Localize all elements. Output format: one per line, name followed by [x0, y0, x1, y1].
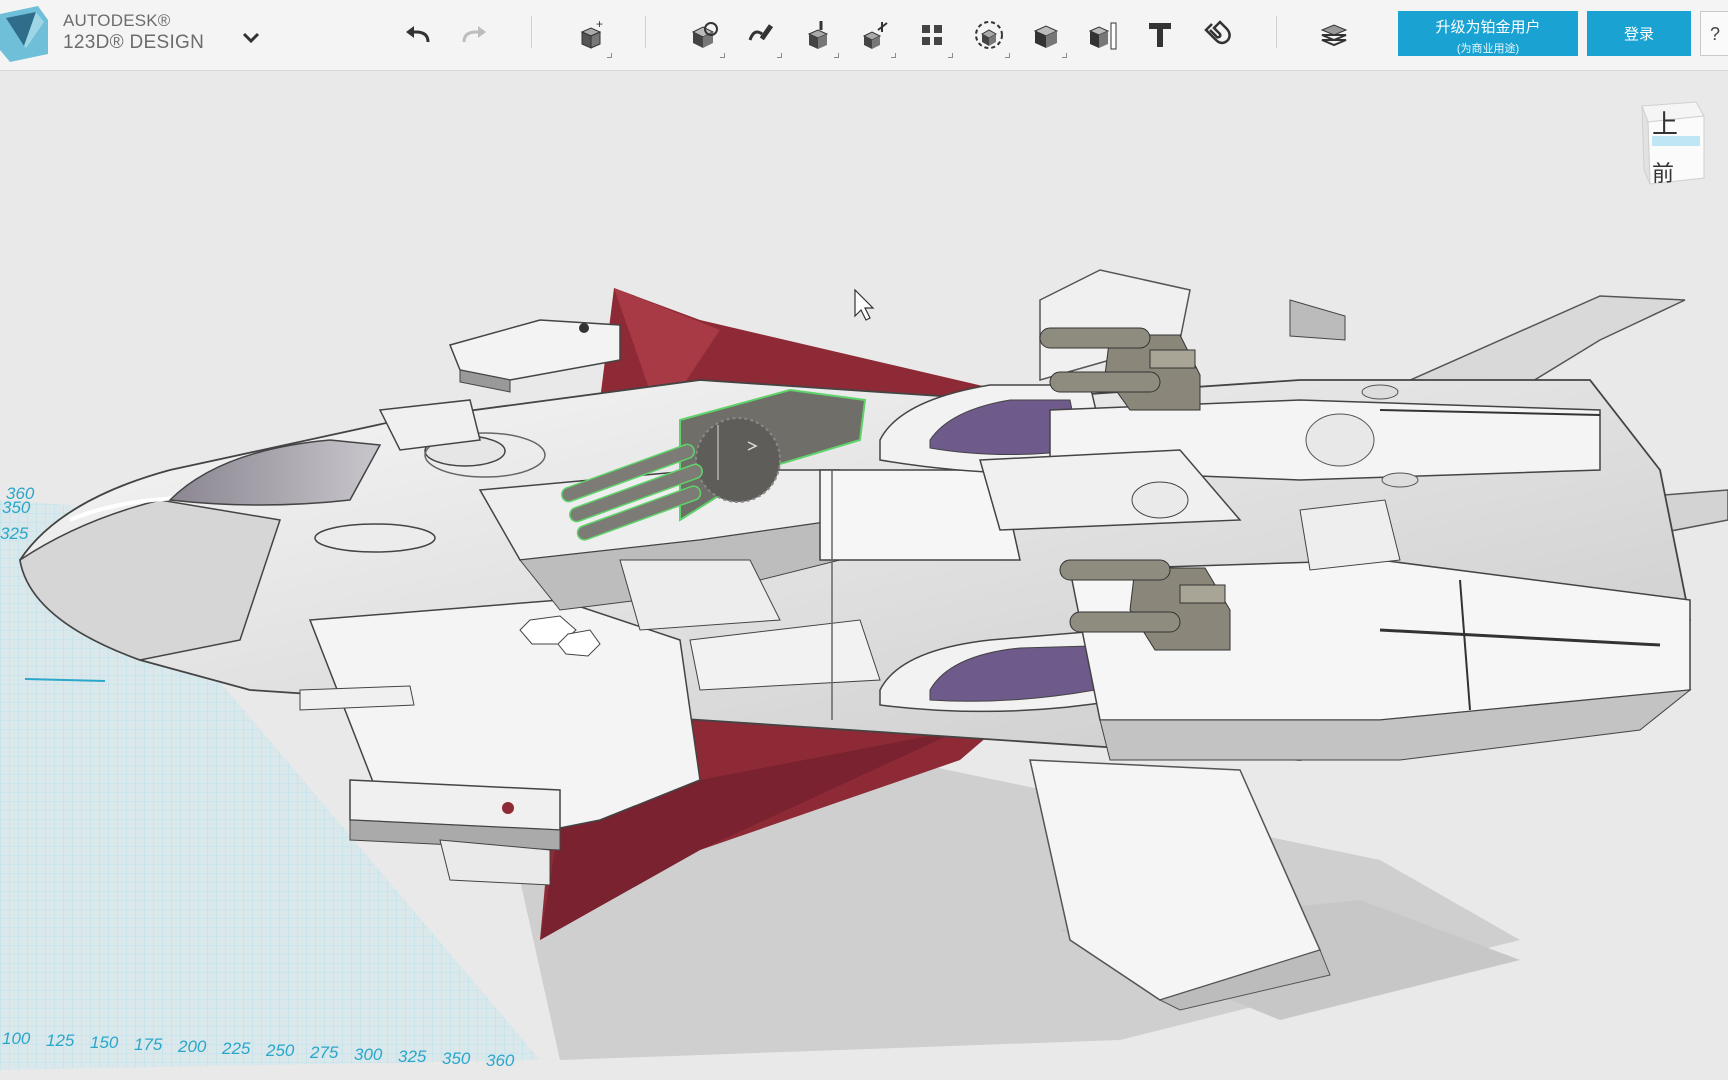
- redo-icon: [462, 26, 486, 43]
- grid-x-tick: 150: [90, 1033, 119, 1052]
- grid-x-tick: 360: [486, 1051, 515, 1070]
- box-shape-icon: [691, 22, 718, 48]
- grid-x-tick: 125: [46, 1031, 75, 1050]
- pattern-button[interactable]: [909, 12, 955, 58]
- grid-x-tick: 325: [398, 1047, 427, 1066]
- login-button[interactable]: 登录: [1587, 11, 1691, 56]
- brand-company: AUTODESK®: [63, 11, 171, 30]
- measure-icon: [1088, 22, 1117, 50]
- mouse-cursor: [854, 288, 875, 321]
- view-cube-top[interactable]: 上: [1652, 104, 1678, 141]
- group-icon: [975, 21, 1003, 49]
- grid-x-tick: 100: [2, 1029, 31, 1048]
- svg-text:+: +: [596, 18, 603, 31]
- snap-button[interactable]: [1194, 12, 1240, 58]
- upgrade-button[interactable]: 升级为铂金用户 (为商业用途): [1398, 11, 1578, 56]
- toolbar-separator: [1276, 16, 1277, 48]
- pattern-icon: [922, 25, 942, 45]
- toolbar-separator: [531, 16, 532, 48]
- grid-x-tick: 200: [178, 1037, 207, 1056]
- chevron-down-icon[interactable]: [238, 26, 264, 48]
- model-scene[interactable]: [0, 72, 1728, 1080]
- materials-icon: [1320, 24, 1348, 47]
- autodesk-logo-icon: [0, 6, 48, 62]
- view-cube-front[interactable]: 前: [1652, 156, 1674, 188]
- sketch-button[interactable]: [681, 12, 727, 58]
- help-button[interactable]: ?: [1700, 11, 1728, 56]
- brand-product: 123D® DESIGN: [63, 32, 205, 53]
- undo-icon: [406, 26, 430, 43]
- upgrade-sublabel: (为商业用途): [1456, 43, 1520, 55]
- grid-x-tick: 350: [442, 1049, 471, 1068]
- upgrade-label: 升级为铂金用户: [1435, 19, 1541, 36]
- undo-button[interactable]: [396, 12, 442, 58]
- modify-button[interactable]: [852, 12, 898, 58]
- primitives-button[interactable]: +: [568, 12, 614, 58]
- grid-x-tick: 300: [354, 1045, 383, 1064]
- measure-button[interactable]: [1080, 12, 1126, 58]
- grid-x-tick: 225: [222, 1039, 251, 1058]
- materials-button[interactable]: [1311, 12, 1357, 58]
- text-icon: [1149, 23, 1171, 47]
- combine-icon: [1033, 25, 1059, 48]
- construct-icon: [807, 21, 829, 49]
- snap-icon: [1204, 20, 1231, 45]
- sketch-tool-button[interactable]: [738, 12, 784, 58]
- primitives-icon: +: [580, 18, 603, 49]
- grid-y-tick: 350: [2, 498, 31, 517]
- group-button[interactable]: [966, 12, 1012, 58]
- text-button[interactable]: [1137, 12, 1183, 58]
- construct-button[interactable]: [795, 12, 841, 58]
- grid-x-tick: 175: [134, 1035, 163, 1054]
- top-toolbar: AUTODESK® 123D® DESIGN + 升级为铂金用户 (为商业用途)…: [0, 0, 1728, 71]
- grid-y-tick: 325: [0, 524, 29, 543]
- sketch-icon: [748, 24, 774, 41]
- view-cube[interactable]: 上 前: [1634, 98, 1710, 192]
- 3d-viewport[interactable]: 100 125 150 175 200 225 250 275 300 325 …: [0, 72, 1728, 1080]
- grid-x-tick: 250: [266, 1041, 295, 1060]
- grid-x-tick: 275: [310, 1043, 339, 1062]
- redo-button[interactable]: [450, 12, 496, 58]
- combine-button[interactable]: [1023, 12, 1069, 58]
- toolbar-separator: [645, 16, 646, 48]
- app-brand: AUTODESK® 123D® DESIGN: [63, 12, 204, 52]
- transform-icon: [862, 22, 888, 49]
